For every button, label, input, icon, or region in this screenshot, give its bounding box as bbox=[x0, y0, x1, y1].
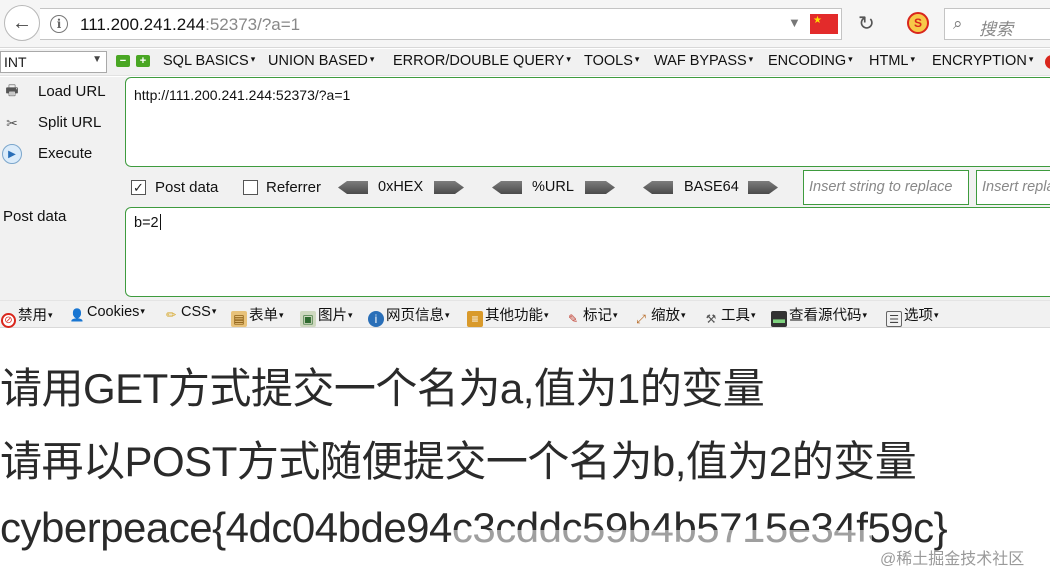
base64-encode-arrow-icon[interactable] bbox=[748, 181, 778, 194]
play-icon: ▶ bbox=[2, 144, 22, 164]
url-bar[interactable]: i 111.200.241.244:52373/?a=1 ▼ ★ bbox=[40, 8, 842, 40]
split-url-button[interactable]: ✂ Split URL bbox=[0, 109, 120, 137]
toolbar-cookies[interactable]: 👤 Cookies▾ bbox=[69, 304, 145, 323]
forms-icon: ▤ bbox=[231, 311, 247, 327]
outline-pencil-icon: ✎ bbox=[567, 312, 579, 326]
flag-text: cyberpeace{4dc04bde94c3cddc59b4b5715e34f… bbox=[0, 504, 948, 551]
menu-sql-basics[interactable]: SQL BASICS ▾ bbox=[163, 53, 255, 69]
url-host: 111.200.241.244 bbox=[80, 15, 206, 34]
menu-encryption[interactable]: ENCRYPTION ▾ bbox=[932, 53, 1033, 69]
execute-label: Execute bbox=[38, 145, 93, 162]
load-url-icon: 🖶 bbox=[5, 82, 19, 98]
url-encode-arrow-icon[interactable] bbox=[585, 181, 615, 194]
images-icon: ▣ bbox=[300, 311, 316, 327]
misc-icon: ≡ bbox=[467, 311, 483, 327]
watermark: @稀土掘金技术社区 bbox=[880, 551, 1025, 568]
back-button[interactable]: ← bbox=[4, 5, 40, 41]
increase-icon[interactable]: + bbox=[136, 55, 150, 67]
toolbar-tools[interactable]: ⚒ 工具▾ bbox=[703, 304, 756, 327]
execute-button[interactable]: ▶ Execute bbox=[0, 140, 120, 168]
referrer-checkbox-label: Referrer bbox=[266, 179, 322, 196]
info-icon: i bbox=[368, 311, 384, 327]
menu-union-based[interactable]: UNION BASED ▾ bbox=[268, 53, 374, 69]
navigation-bar: ← i 111.200.241.244:52373/?a=1 ▼ ★ ↻ S ⌕… bbox=[0, 0, 1050, 48]
menu-encoding[interactable]: ENCODING ▾ bbox=[768, 53, 853, 69]
url-dropdown-icon[interactable]: ▼ bbox=[788, 15, 801, 30]
select-value: INT bbox=[4, 54, 27, 70]
post-data-label: Post data bbox=[3, 208, 67, 225]
reload-icon[interactable]: ↻ bbox=[858, 11, 875, 36]
hex-decode-arrow-icon[interactable] bbox=[338, 181, 368, 194]
web-developer-toolbar: ⊘ 禁用▾ 👤 Cookies▾ ✏ CSS▾ ▤ 表单▾ ▣ 图片▾ i 网页信息▾ ≡ 其… bbox=[0, 300, 1050, 328]
url-encode-label: %URL bbox=[532, 179, 574, 195]
site-info-icon[interactable]: i bbox=[50, 15, 68, 33]
menu-waf-bypass[interactable]: WAF BYPASS ▾ bbox=[654, 53, 753, 69]
decrease-icon[interactable]: − bbox=[116, 55, 130, 67]
url-rest: :52373/?a=1 bbox=[205, 15, 301, 34]
chevron-down-icon: ▼ bbox=[92, 54, 102, 65]
china-flag-icon: ★ bbox=[810, 14, 838, 34]
toolbar-forms[interactable]: ▤ 表单▾ bbox=[231, 304, 284, 327]
challenge-line-get: 请用GET方式提交一个名为a,值为1的变量 bbox=[0, 365, 765, 412]
disable-icon: ⊘ bbox=[1, 313, 16, 328]
post-data-checkbox[interactable]: ✓ bbox=[131, 180, 146, 195]
options-icon: ☰ bbox=[886, 311, 902, 327]
url-decode-arrow-icon[interactable] bbox=[492, 181, 522, 194]
base64-decode-arrow-icon[interactable] bbox=[643, 181, 673, 194]
scissors-icon: ✂ bbox=[6, 114, 18, 131]
split-url-label: Split URL bbox=[38, 114, 102, 131]
resize-icon: ⤢ bbox=[636, 312, 646, 326]
toolbar-page-info[interactable]: i 网页信息▾ bbox=[368, 304, 450, 327]
replace-string-input[interactable]: Insert string to replace bbox=[803, 170, 969, 205]
cookies-user-icon: 👤 bbox=[69, 308, 85, 322]
search-box[interactable]: ⌕ 搜索 bbox=[944, 8, 1050, 40]
toolbar-options[interactable]: ☰ 选项▾ bbox=[886, 304, 939, 327]
url-text[interactable]: 111.200.241.244:52373/?a=1 bbox=[80, 15, 300, 35]
watermark-overlay bbox=[452, 530, 872, 544]
load-url-button[interactable]: 🖶 Load URL bbox=[0, 78, 120, 106]
close-icon[interactable] bbox=[1045, 55, 1050, 69]
menu-error-double-query[interactable]: ERROR/DOUBLE QUERY ▾ bbox=[393, 53, 571, 69]
view-source-icon: ▬ bbox=[771, 311, 787, 327]
menu-html[interactable]: HTML ▾ bbox=[869, 53, 915, 69]
url-textarea[interactable]: http://111.200.241.244:52373/?a=1 bbox=[125, 77, 1050, 167]
hackbar-panel: 🖶 Load URL ✂ Split URL ▶ Execute http://… bbox=[0, 77, 1050, 300]
text-caret bbox=[159, 214, 161, 230]
post-data-value: b=2 bbox=[134, 215, 159, 231]
base64-label: BASE64 bbox=[684, 179, 739, 195]
toolbar-outline[interactable]: ✎ 标记▾ bbox=[565, 304, 618, 327]
post-data-checkbox-label: Post data bbox=[155, 179, 219, 196]
injection-type-select[interactable]: INT ▼ bbox=[0, 51, 107, 73]
toolbar-resize[interactable]: ⤢ 缩放▾ bbox=[633, 304, 685, 327]
hex-label: 0xHEX bbox=[378, 179, 424, 195]
back-arrow-icon: ← bbox=[12, 11, 32, 34]
load-url-label: Load URL bbox=[38, 83, 106, 100]
toolbar-misc[interactable]: ≡ 其他功能▾ bbox=[467, 304, 549, 327]
toolbar-disable[interactable]: ⊘ 禁用▾ bbox=[1, 304, 53, 328]
toolbar-images[interactable]: ▣ 图片▾ bbox=[300, 304, 353, 327]
hex-encode-arrow-icon[interactable] bbox=[434, 181, 464, 194]
challenge-line-post: 请再以POST方式随便提交一个名为b,值为2的变量 bbox=[0, 438, 917, 485]
search-icon: ⌕ bbox=[953, 14, 963, 33]
referrer-checkbox[interactable] bbox=[243, 180, 258, 195]
menu-tools[interactable]: TOOLS ▾ bbox=[584, 53, 639, 69]
replacing-string-input[interactable]: Insert replacing string bbox=[976, 170, 1050, 205]
tools-wrench-icon: ⚒ bbox=[705, 312, 717, 326]
toolbar-css[interactable]: ✏ CSS▾ bbox=[163, 304, 216, 323]
toolbar-view-source[interactable]: ▬ 查看源代码▾ bbox=[771, 304, 867, 327]
css-pencil-icon: ✏ bbox=[165, 308, 177, 322]
hackbar-menu: INT ▼ − + SQL BASICS ▾ UNION BASED ▾ ERROR… bbox=[0, 49, 1050, 76]
noscript-icon[interactable]: S bbox=[907, 12, 929, 34]
post-data-textarea[interactable]: b=2 bbox=[125, 207, 1050, 297]
search-placeholder: 搜索 bbox=[979, 20, 1013, 39]
